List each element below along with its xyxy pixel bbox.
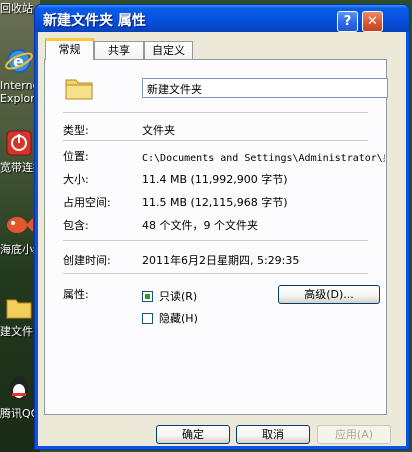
type-label: 类型: [63,124,89,137]
folder-icon [65,79,93,100]
size-label: 大小: [63,173,89,186]
readonly-label[interactable]: 只读(R) [159,288,197,304]
tab-sharing[interactable]: 共享 [94,41,144,59]
created-label: 创建时间: [63,254,111,267]
general-panel: 新建文件夹 类型: 文件夹 位置: C:\Documents and Setti… [44,59,388,415]
apply-button[interactable]: 应用(A) [317,425,391,444]
created-value: 2011年6月2日星期四, 5:29:35 [142,254,300,267]
title-bar[interactable]: 新建文件夹 属性 ? ✕ [35,5,409,32]
close-button[interactable]: ✕ [362,11,383,32]
contains-value: 48 个文件，9 个文件夹 [142,219,258,232]
contains-label: 包含: [63,219,89,232]
advanced-button[interactable]: 高级(D)... [278,285,380,304]
size-value: 11.4 MB (11,992,900 字节) [142,173,288,186]
disk-size-label: 占用空间: [63,196,111,209]
folder-icon [6,299,32,319]
separator [63,240,368,241]
type-value: 文件夹 [142,124,175,137]
qq-icon [10,377,28,399]
ok-button[interactable]: 确定 [156,425,230,444]
fish-icon [7,217,33,233]
properties-window: 新建文件夹 属性 ? ✕ 常规 共享 自定义 新建文件夹 类型: 文件夹 位置:… [34,4,410,450]
help-button[interactable]: ? [337,11,358,32]
location-value: C:\Documents and Settings\Administrator\… [142,153,385,164]
internet-explorer-icon: e [5,49,33,73]
separator [63,112,368,113]
hidden-checkbox[interactable] [142,313,153,324]
separator [63,273,368,274]
broadband-icon [6,130,32,156]
dialog-client: 常规 共享 自定义 新建文件夹 类型: 文件夹 位置: C:\Documents… [38,32,406,446]
window-title: 新建文件夹 属性 [43,13,146,29]
readonly-checkbox[interactable] [142,291,153,302]
tab-general[interactable]: 常规 [45,38,94,60]
cancel-button[interactable]: 取消 [236,425,310,444]
location-label: 位置: [63,150,89,163]
tab-customize[interactable]: 自定义 [144,41,193,59]
hidden-label[interactable]: 隐藏(H) [159,310,198,326]
folder-name-input[interactable]: 新建文件夹 [142,78,388,98]
attributes-label: 属性: [63,288,89,301]
separator [63,140,368,141]
disk-size-value: 11.5 MB (12,115,968 字节) [142,196,288,209]
